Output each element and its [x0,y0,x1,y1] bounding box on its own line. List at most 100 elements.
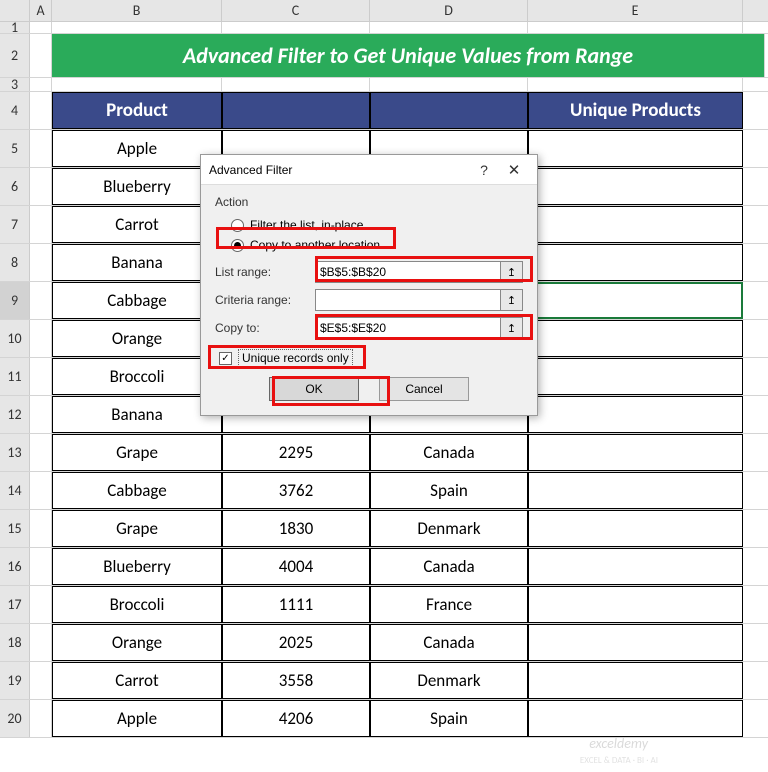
cell-A14[interactable] [30,472,52,509]
cell-E14[interactable] [528,472,743,509]
cell-B18[interactable]: Orange [52,624,222,661]
ok-button[interactable]: OK [269,377,359,401]
criteria-range-picker[interactable]: ↥ [501,289,523,311]
radio-copy-location[interactable]: Copy to another location [215,235,523,255]
unique-records-row[interactable]: ✓ Unique records only [219,349,523,367]
cell-E6[interactable] [528,168,743,205]
header-product[interactable]: Product [52,92,222,129]
cell-B8[interactable]: Banana [52,244,222,281]
cell-A1[interactable] [30,22,52,33]
cell-C3[interactable] [222,78,370,91]
cell-B6[interactable]: Blueberry [52,168,222,205]
cell-C19[interactable]: 3558 [222,662,370,699]
header-C[interactable] [222,92,370,129]
cell-A20[interactable] [30,700,52,737]
cell-A17[interactable] [30,586,52,623]
cell-C15[interactable]: 1830 [222,510,370,547]
cell-B12[interactable]: Banana [52,396,222,433]
row-header-1[interactable]: 1 [0,22,30,33]
cell-D18[interactable]: Canada [370,624,528,661]
cell-E15[interactable] [528,510,743,547]
cell-A5[interactable] [30,130,52,167]
row-header-6[interactable]: 6 [0,168,30,205]
cell-E7[interactable] [528,206,743,243]
cell-B15[interactable]: Grape [52,510,222,547]
cell-C13[interactable]: 2295 [222,434,370,471]
list-range-picker[interactable]: ↥ [501,261,523,283]
row-header-2[interactable]: 2 [0,34,30,77]
cell-C16[interactable]: 4004 [222,548,370,585]
row-header-13[interactable]: 13 [0,434,30,471]
cell-B17[interactable]: Broccoli [52,586,222,623]
cell-A15[interactable] [30,510,52,547]
cell-D13[interactable]: Canada [370,434,528,471]
cell-B3[interactable] [52,78,222,91]
cell-E8[interactable] [528,244,743,281]
row-header-12[interactable]: 12 [0,396,30,433]
col-header-A[interactable]: A [30,0,52,21]
cancel-button[interactable]: Cancel [379,377,469,401]
cell-A2[interactable] [30,34,52,77]
row-header-17[interactable]: 17 [0,586,30,623]
cell-E13[interactable] [528,434,743,471]
cell-A18[interactable] [30,624,52,661]
cell-E3[interactable] [528,78,743,91]
cell-B19[interactable]: Carrot [52,662,222,699]
cell-D17[interactable]: France [370,586,528,623]
close-button[interactable]: ✕ [499,161,529,179]
cell-A10[interactable] [30,320,52,357]
cell-A3[interactable] [30,78,52,91]
cell-A4[interactable] [30,92,52,129]
copy-to-picker[interactable]: ↥ [501,317,523,339]
select-all-corner[interactable] [0,0,30,21]
header-unique[interactable]: Unique Products [528,92,743,129]
cell-D1[interactable] [370,22,528,33]
row-header-5[interactable]: 5 [0,130,30,167]
help-button[interactable]: ? [469,162,499,178]
cell-E11[interactable] [528,358,743,395]
cell-B10[interactable]: Orange [52,320,222,357]
cell-A12[interactable] [30,396,52,433]
row-header-11[interactable]: 11 [0,358,30,395]
cell-E17[interactable] [528,586,743,623]
cell-A8[interactable] [30,244,52,281]
cell-D16[interactable]: Canada [370,548,528,585]
cell-D14[interactable]: Spain [370,472,528,509]
list-range-input[interactable]: $B$5:$B$20 [315,261,501,283]
cell-B7[interactable]: Carrot [52,206,222,243]
row-header-8[interactable]: 8 [0,244,30,281]
row-header-7[interactable]: 7 [0,206,30,243]
cell-E10[interactable] [528,320,743,357]
cell-E9[interactable] [528,282,743,319]
cell-A16[interactable] [30,548,52,585]
cell-B1[interactable] [52,22,222,33]
row-header-16[interactable]: 16 [0,548,30,585]
row-header-10[interactable]: 10 [0,320,30,357]
cell-A6[interactable] [30,168,52,205]
cell-B20[interactable]: Apple [52,700,222,737]
col-header-E[interactable]: E [528,0,743,21]
row-header-19[interactable]: 19 [0,662,30,699]
cell-E16[interactable] [528,548,743,585]
row-header-3[interactable]: 3 [0,78,30,91]
cell-E1[interactable] [528,22,743,33]
cell-B16[interactable]: Blueberry [52,548,222,585]
cell-B5[interactable]: Apple [52,130,222,167]
cell-C20[interactable]: 4206 [222,700,370,737]
cell-C17[interactable]: 1111 [222,586,370,623]
cell-C18[interactable]: 2025 [222,624,370,661]
cell-E5[interactable] [528,130,743,167]
radio-filter-inplace[interactable]: Filter the list, in-place [215,215,523,235]
row-header-18[interactable]: 18 [0,624,30,661]
cell-C14[interactable]: 3762 [222,472,370,509]
cell-C1[interactable] [222,22,370,33]
cell-B13[interactable]: Grape [52,434,222,471]
dialog-titlebar[interactable]: Advanced Filter ? ✕ [201,155,537,185]
copy-to-input[interactable]: $E$5:$E$20 [315,317,501,339]
cell-A7[interactable] [30,206,52,243]
col-header-C[interactable]: C [222,0,370,21]
row-header-9[interactable]: 9 [0,282,30,319]
cell-E19[interactable] [528,662,743,699]
col-header-D[interactable]: D [370,0,528,21]
cell-D19[interactable]: Denmark [370,662,528,699]
